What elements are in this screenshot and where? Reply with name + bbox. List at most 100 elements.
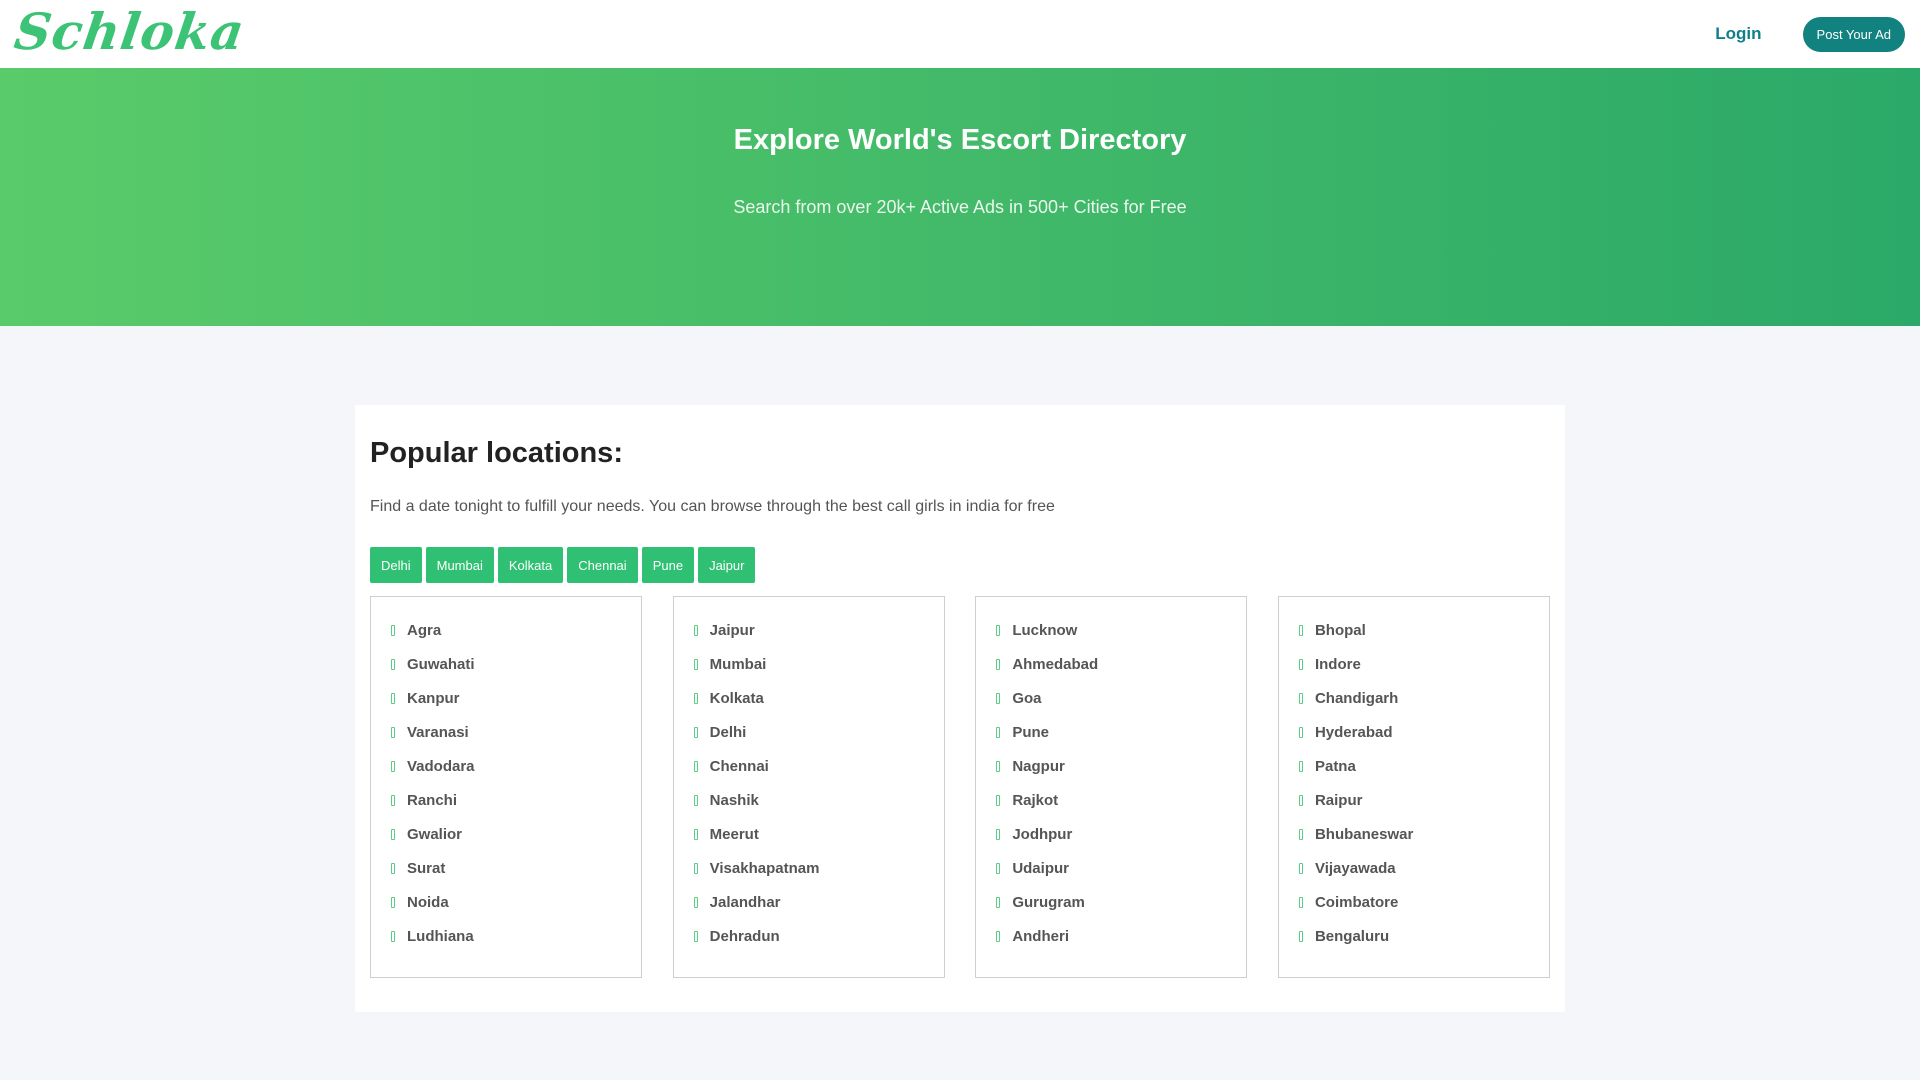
- city-link[interactable]: Mumbai: [710, 656, 767, 673]
- city-list-item[interactable]: Jalandhar: [693, 885, 924, 919]
- city-list-item[interactable]: Gurugram: [996, 885, 1226, 919]
- city-list-item[interactable]: Nashik: [693, 783, 924, 817]
- city-link[interactable]: Gurugram: [1012, 894, 1085, 911]
- city-list-item[interactable]: Kanpur: [391, 681, 621, 715]
- city-list-item[interactable]: Bhubaneswar: [1298, 817, 1529, 851]
- city-link[interactable]: Vadodara: [407, 758, 475, 775]
- city-link[interactable]: Meerut: [710, 826, 759, 843]
- city-list-item[interactable]: Patna: [1298, 749, 1529, 783]
- city-chip-mumbai[interactable]: Mumbai: [425, 547, 494, 583]
- map-marker-icon: [391, 624, 395, 636]
- city-chip-delhi[interactable]: Delhi: [370, 547, 422, 583]
- city-list-item[interactable]: Raipur: [1298, 783, 1529, 817]
- city-chip-kolkata[interactable]: Kolkata: [497, 547, 564, 583]
- city-link[interactable]: Jaipur: [710, 622, 755, 639]
- city-list-item[interactable]: Visakhapatnam: [693, 851, 924, 885]
- city-list-item[interactable]: Surat: [391, 851, 621, 885]
- city-link[interactable]: Bengaluru: [1315, 928, 1389, 945]
- city-link[interactable]: Rajkot: [1012, 792, 1058, 809]
- city-link[interactable]: Guwahati: [407, 656, 475, 673]
- city-link[interactable]: Varanasi: [407, 724, 469, 741]
- city-list-item[interactable]: Bengaluru: [1298, 919, 1529, 953]
- city-link[interactable]: Chennai: [710, 758, 769, 775]
- city-link[interactable]: Chandigarh: [1315, 690, 1398, 707]
- city-link[interactable]: Visakhapatnam: [710, 860, 820, 877]
- city-chip-jaipur[interactable]: Jaipur: [698, 547, 756, 583]
- city-list-item[interactable]: Lucknow: [996, 613, 1226, 647]
- city-list-item[interactable]: Vadodara: [391, 749, 621, 783]
- city-list-item[interactable]: Jodhpur: [996, 817, 1226, 851]
- city-link[interactable]: Lucknow: [1012, 622, 1077, 639]
- city-chip-pune[interactable]: Pune: [641, 547, 695, 583]
- city-list-item[interactable]: Gwalior: [391, 817, 621, 851]
- city-list-item[interactable]: Goa: [996, 681, 1226, 715]
- city-list-item[interactable]: Chandigarh: [1298, 681, 1529, 715]
- city-link[interactable]: Udaipur: [1012, 860, 1069, 877]
- city-list-item[interactable]: Bhopal: [1298, 613, 1529, 647]
- city-link[interactable]: Gwalior: [407, 826, 462, 843]
- city-list-item[interactable]: Ludhiana: [391, 919, 621, 953]
- city-columns: Agra Guwahati Kanpur Varanasi Vadodara Ranchi…: [370, 596, 1550, 978]
- city-link[interactable]: Agra: [407, 622, 441, 639]
- city-link[interactable]: Nashik: [710, 792, 759, 809]
- city-list-item[interactable]: Mumbai: [693, 647, 924, 681]
- city-link[interactable]: Kolkata: [710, 690, 764, 707]
- city-link[interactable]: Jalandhar: [710, 894, 781, 911]
- city-chip-chennai[interactable]: Chennai: [567, 547, 638, 583]
- city-list-item[interactable]: Udaipur: [996, 851, 1226, 885]
- map-marker-icon: [1298, 896, 1303, 908]
- city-link[interactable]: Coimbatore: [1315, 894, 1398, 911]
- site-logo[interactable]: Schloka: [11, 2, 249, 61]
- city-link[interactable]: Ludhiana: [407, 928, 474, 945]
- city-list-item[interactable]: Noida: [391, 885, 621, 919]
- city-link[interactable]: Goa: [1012, 690, 1041, 707]
- map-marker-icon: [996, 896, 1001, 908]
- city-list-item[interactable]: Kolkata: [693, 681, 924, 715]
- city-list-item[interactable]: Andheri: [996, 919, 1226, 953]
- city-link[interactable]: Indore: [1315, 656, 1361, 673]
- city-chip-row: Delhi Mumbai Kolkata Chennai Pune Jaipur: [370, 547, 1550, 583]
- city-list-item[interactable]: Delhi: [693, 715, 924, 749]
- map-marker-icon: [996, 726, 1001, 738]
- city-list-item[interactable]: Vijayawada: [1298, 851, 1529, 885]
- map-marker-icon: [391, 828, 395, 840]
- hero-subtitle: Search from over 20k+ Active Ads in 500+…: [733, 197, 1187, 217]
- city-list-item[interactable]: Pune: [996, 715, 1226, 749]
- map-marker-icon: [996, 658, 1001, 670]
- city-link[interactable]: Ranchi: [407, 792, 457, 809]
- city-link[interactable]: Kanpur: [407, 690, 460, 707]
- city-list-item[interactable]: Ranchi: [391, 783, 621, 817]
- city-column-1: Agra Guwahati Kanpur Varanasi Vadodara Ranchi…: [370, 596, 642, 978]
- post-ad-button[interactable]: Post Your Ad: [1802, 16, 1905, 52]
- city-list-item[interactable]: Hyderabad: [1298, 715, 1529, 749]
- map-marker-icon: [693, 658, 698, 670]
- city-list-item[interactable]: Indore: [1298, 647, 1529, 681]
- city-list-item[interactable]: Varanasi: [391, 715, 621, 749]
- city-link[interactable]: Pune: [1012, 724, 1049, 741]
- city-list-item[interactable]: Rajkot: [996, 783, 1226, 817]
- city-list-item[interactable]: Guwahati: [391, 647, 621, 681]
- city-link[interactable]: Noida: [407, 894, 449, 911]
- city-list-item[interactable]: Chennai: [693, 749, 924, 783]
- city-link[interactable]: Ahmedabad: [1012, 656, 1098, 673]
- city-list-item[interactable]: Ahmedabad: [996, 647, 1226, 681]
- city-list-item[interactable]: Coimbatore: [1298, 885, 1529, 919]
- city-link[interactable]: Bhopal: [1315, 622, 1366, 639]
- city-link[interactable]: Vijayawada: [1315, 860, 1396, 877]
- city-list-item[interactable]: Agra: [391, 613, 621, 647]
- city-list-item[interactable]: Meerut: [693, 817, 924, 851]
- city-link[interactable]: Surat: [407, 860, 445, 877]
- city-link[interactable]: Raipur: [1315, 792, 1363, 809]
- city-link[interactable]: Jodhpur: [1012, 826, 1072, 843]
- city-link[interactable]: Dehradun: [710, 928, 780, 945]
- city-link[interactable]: Hyderabad: [1315, 724, 1393, 741]
- login-link[interactable]: Login: [1715, 24, 1761, 44]
- city-link[interactable]: Bhubaneswar: [1315, 826, 1413, 843]
- city-list-item[interactable]: Dehradun: [693, 919, 924, 953]
- city-link[interactable]: Nagpur: [1012, 758, 1065, 775]
- city-list-item[interactable]: Nagpur: [996, 749, 1226, 783]
- city-list-item[interactable]: Jaipur: [693, 613, 924, 647]
- city-link[interactable]: Delhi: [710, 724, 747, 741]
- city-link[interactable]: Andheri: [1012, 928, 1069, 945]
- city-link[interactable]: Patna: [1315, 758, 1356, 775]
